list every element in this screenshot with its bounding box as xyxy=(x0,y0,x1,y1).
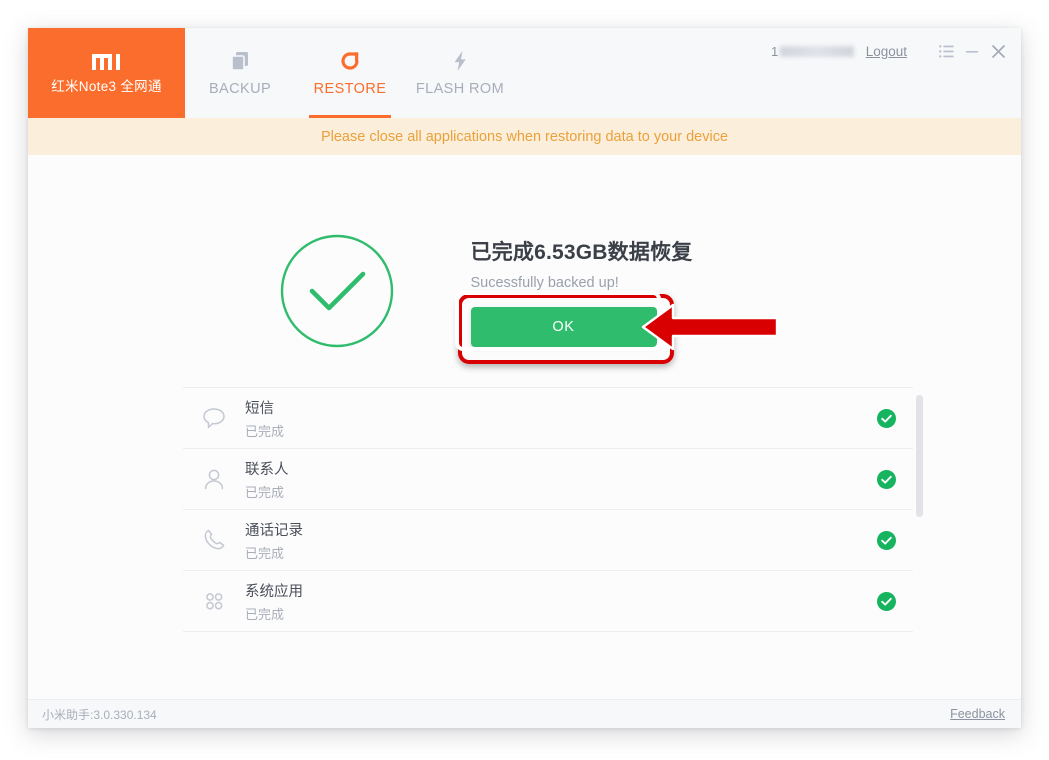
account-id-prefix: 1 xyxy=(770,43,779,59)
tab-backup-label: BACKUP xyxy=(208,81,272,97)
row-title: 短信 xyxy=(245,400,274,417)
app-header: 红米Note3 全网通 BACKUP RESTORE FLASH ROM 1 L… xyxy=(28,28,1021,119)
warning-banner: Please close all applications when resto… xyxy=(28,118,1021,155)
table-row[interactable]: 通话记录 已完成 xyxy=(183,510,913,571)
phone-icon xyxy=(183,525,245,555)
row-status: 已完成 xyxy=(245,545,285,561)
list-scrollbar-thumb[interactable] xyxy=(916,395,923,517)
row-title: 通话记录 xyxy=(245,522,303,539)
row-status: 已完成 xyxy=(245,484,285,500)
lightning-icon xyxy=(448,49,472,75)
row-done-check-icon xyxy=(859,469,913,489)
annotation-arrow-icon xyxy=(639,299,779,355)
success-title: 已完成6.53GB数据恢复 xyxy=(470,240,693,264)
row-text-block: 系统应用 已完成 xyxy=(245,580,859,623)
tab-flash-rom[interactable]: FLASH ROM xyxy=(405,28,515,118)
account-id-redacted xyxy=(779,45,854,57)
message-icon xyxy=(183,403,245,433)
mi-logo-icon xyxy=(91,52,122,72)
menu-icon[interactable] xyxy=(933,38,959,64)
minimize-icon[interactable] xyxy=(959,38,985,64)
restore-icon xyxy=(338,49,362,75)
row-text-block: 短信 已完成 xyxy=(245,397,859,440)
table-row[interactable]: 联系人 已完成 xyxy=(183,449,913,510)
tab-restore[interactable]: RESTORE xyxy=(295,28,405,118)
tab-restore-label: RESTORE xyxy=(313,81,387,97)
row-status: 已完成 xyxy=(245,423,285,439)
restore-items-list: 短信 已完成 联系人 已完成 通话记录 已完成 系统应用 已完成 xyxy=(183,387,913,632)
mi-assistant-window: 红米Note3 全网通 BACKUP RESTORE FLASH ROM 1 L… xyxy=(28,28,1021,728)
success-panel: 已完成6.53GB数据恢复 Sucessfully backed up! OK xyxy=(28,233,1021,364)
app-version-label: 小米助手:3.0.330.134 xyxy=(42,707,157,722)
row-title: 系统应用 xyxy=(245,583,303,600)
table-row[interactable]: 短信 已完成 xyxy=(183,387,913,449)
logout-link[interactable]: Logout xyxy=(866,44,907,59)
feedback-link[interactable]: Feedback xyxy=(950,707,1005,721)
row-done-check-icon xyxy=(859,591,913,611)
apps-icon xyxy=(183,586,245,616)
header-right-cluster: 1 Logout xyxy=(771,36,1011,66)
device-name: 红米Note3 全网通 xyxy=(51,78,162,94)
nav-tabs: BACKUP RESTORE FLASH ROM xyxy=(185,28,515,118)
device-brand-panel: 红米Note3 全网通 xyxy=(28,28,185,118)
check-circle-icon xyxy=(279,233,395,349)
account-id: 1 xyxy=(771,44,854,59)
list-scrollbar[interactable] xyxy=(916,395,923,645)
ok-button-area: OK xyxy=(454,290,778,364)
row-text-block: 联系人 已完成 xyxy=(245,458,859,501)
main-content: 已完成6.53GB数据恢复 Sucessfully backed up! OK xyxy=(28,155,1021,700)
row-done-check-icon xyxy=(859,530,913,550)
tab-flash-rom-label: FLASH ROM xyxy=(415,81,505,97)
success-message-block: 已完成6.53GB数据恢复 Sucessfully backed up! OK xyxy=(454,236,778,364)
person-icon xyxy=(183,464,245,494)
table-row[interactable]: 系统应用 已完成 xyxy=(183,571,913,632)
row-done-check-icon xyxy=(859,408,913,428)
screenshot-root: 红米Note3 全网通 BACKUP RESTORE FLASH ROM 1 L… xyxy=(0,0,1049,760)
ok-button[interactable]: OK xyxy=(470,306,657,347)
warning-banner-text: Please close all applications when resto… xyxy=(320,128,729,145)
row-text-block: 通话记录 已完成 xyxy=(245,519,859,562)
row-title: 联系人 xyxy=(245,461,289,478)
success-subtitle: Sucessfully backed up! xyxy=(470,274,619,291)
row-status: 已完成 xyxy=(245,606,285,622)
copy-icon xyxy=(228,49,252,75)
close-icon[interactable] xyxy=(985,38,1011,64)
app-footer: 小米助手:3.0.330.134 Feedback xyxy=(28,699,1021,728)
tab-backup[interactable]: BACKUP xyxy=(185,28,295,118)
